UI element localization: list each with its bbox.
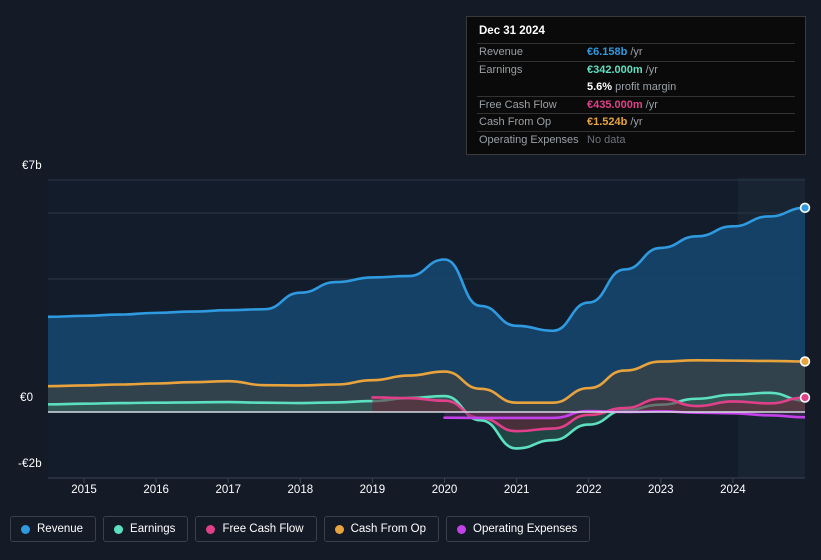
tooltip-row: Operating Expenses No data xyxy=(477,130,795,149)
endpoint-marker-revenue xyxy=(801,204,809,212)
tooltip-row: Revenue €6.158b/yr xyxy=(477,43,795,61)
tooltip-row-unit: /yr xyxy=(630,46,643,59)
chart-legend: Revenue Earnings Free Cash Flow Cash From O… xyxy=(10,516,591,542)
tooltip-row: 5.6% profit margin xyxy=(477,78,795,96)
x-axis-label-2022: 2022 xyxy=(575,484,602,496)
legend-color-dot xyxy=(206,524,216,534)
x-axis-label-2017: 2017 xyxy=(215,484,242,496)
legend-color-dot xyxy=(334,524,344,534)
tooltip-rows: Revenue €6.158b/yr Earnings €342.000m/yr 5.6… xyxy=(477,43,795,148)
x-axis-label-2018: 2018 xyxy=(287,484,314,496)
legend-item-operating-expenses[interactable]: Operating Expenses xyxy=(446,516,591,542)
data-tooltip: Dec 31 2024 Revenue €6.158b/yr Earnings €34… xyxy=(466,16,806,155)
legend-color-dot xyxy=(114,524,124,534)
tooltip-row-label: Operating Expenses xyxy=(479,133,579,146)
tooltip-row-value: €1.524b xyxy=(587,116,628,129)
legend-item-free-cash-flow[interactable]: Free Cash Flow xyxy=(195,516,317,542)
x-axis-label-2024: 2024 xyxy=(720,484,746,496)
x-axis-ticks xyxy=(83,478,734,483)
tooltip-row-label: Revenue xyxy=(479,46,524,59)
legend-item-label: Earnings xyxy=(130,523,176,535)
y-axis-label-top: €7b xyxy=(22,160,42,172)
x-axis-label-2015: 2015 xyxy=(71,484,97,496)
x-axis-label-2021: 2021 xyxy=(503,484,530,496)
tooltip-row-value: €342.000m xyxy=(587,63,643,76)
tooltip-row-label: Free Cash Flow xyxy=(479,98,557,111)
tooltip-row-label: Cash From Op xyxy=(479,116,552,129)
x-axis-label-2019: 2019 xyxy=(359,484,386,496)
tooltip-row-value: €6.158b xyxy=(587,46,628,59)
legend-item-revenue[interactable]: Revenue xyxy=(10,516,97,542)
tooltip-row-unit: /yr xyxy=(645,98,658,111)
y-axis-label-zero: €0 xyxy=(20,392,34,404)
tooltip-row: Free Cash Flow €435.000m/yr xyxy=(477,95,795,114)
endpoint-marker-free-cash-flow xyxy=(801,393,809,402)
legend-item-cash-from-op[interactable]: Cash From Op xyxy=(323,516,440,542)
tooltip-row-value: 5.6% xyxy=(587,80,613,93)
endpoint-marker-cash-from-op xyxy=(801,357,809,366)
y-axis-label-bottom: -€2b xyxy=(18,458,42,470)
chart-screenshot: €7b €0 -€2b 2015 2016 2017 2018 2019 2020 2021… xyxy=(0,0,821,560)
legend-item-label: Revenue xyxy=(37,523,84,535)
tooltip-row-label: Earnings xyxy=(479,63,523,76)
tooltip-row-unit: /yr xyxy=(645,63,658,76)
tooltip-row-unit: profit margin xyxy=(615,80,677,93)
tooltip-row-unit: /yr xyxy=(630,116,643,129)
legend-color-dot xyxy=(21,524,30,534)
legend-color-dot xyxy=(457,524,467,534)
tooltip-date: Dec 31 2024 xyxy=(479,25,545,37)
x-axis-label-2020: 2020 xyxy=(431,484,458,496)
x-axis-label-2016: 2016 xyxy=(143,484,169,496)
legend-item-earnings[interactable]: Earnings xyxy=(103,516,189,542)
legend-item-label: Cash From Op xyxy=(350,523,427,535)
legend-item-label: Operating Expenses xyxy=(473,523,578,535)
legend-item-label: Free Cash Flow xyxy=(222,523,304,535)
tooltip-row-nodata: No data xyxy=(587,133,626,146)
tooltip-row: Cash From Op €1.524b/yr xyxy=(477,113,795,131)
tooltip-row-value: €435.000m xyxy=(587,98,643,111)
tooltip-row: Earnings €342.000m/yr xyxy=(477,60,795,79)
x-axis-label-2023: 2023 xyxy=(648,484,674,496)
